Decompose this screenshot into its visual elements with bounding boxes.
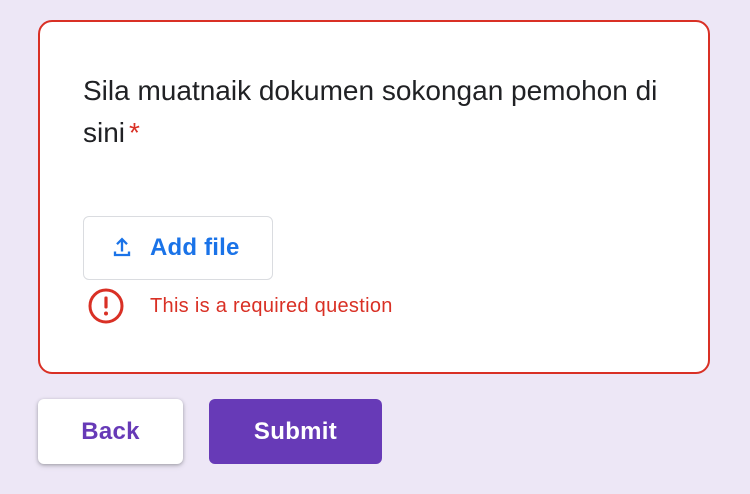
required-marker: * bbox=[129, 117, 140, 148]
add-file-button[interactable]: Add file bbox=[83, 216, 273, 280]
validation-error: This is a required question bbox=[86, 286, 393, 326]
submit-button[interactable]: Submit bbox=[209, 399, 382, 464]
add-file-label: Add file bbox=[150, 234, 240, 261]
question-text: Sila muatnaik dokumen sokongan pemohon d… bbox=[83, 75, 658, 148]
error-message: This is a required question bbox=[150, 294, 393, 317]
upload-icon bbox=[108, 234, 136, 262]
question-title: Sila muatnaik dokumen sokongan pemohon d… bbox=[83, 70, 683, 154]
question-card: Sila muatnaik dokumen sokongan pemohon d… bbox=[38, 20, 710, 374]
back-button[interactable]: Back bbox=[38, 399, 183, 464]
error-icon bbox=[86, 286, 126, 326]
